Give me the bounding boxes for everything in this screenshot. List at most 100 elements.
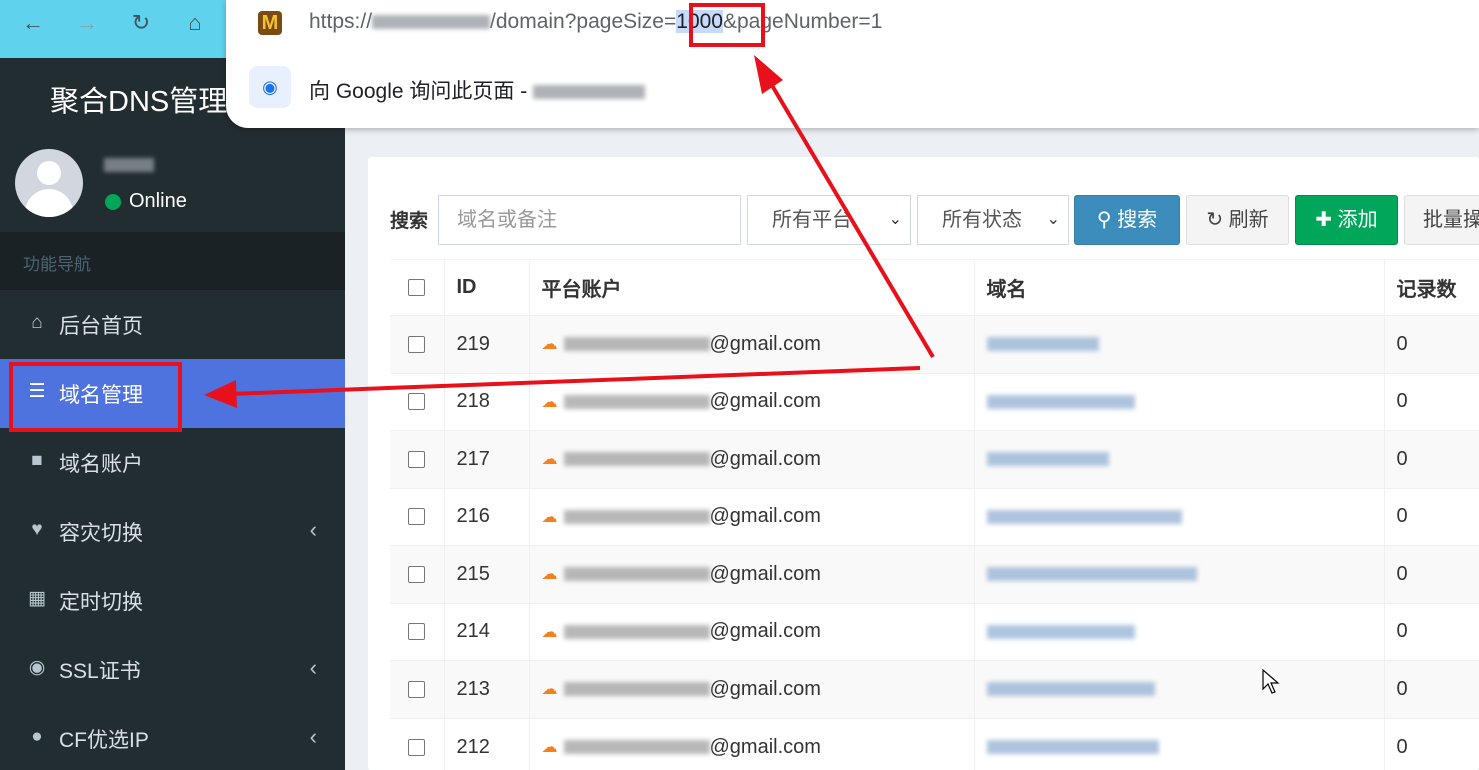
sidebar-item-scheduled[interactable]: ▦ 定时切换: [0, 566, 345, 635]
table-row[interactable]: 215 ☁ @gmail.com 0: [390, 545, 1479, 603]
chevron-down-icon: ⌄: [888, 211, 902, 228]
search-button-label: 搜索: [1117, 209, 1158, 231]
status-text: Online: [129, 190, 187, 212]
row-records: 0: [1384, 717, 1479, 770]
row-checkbox[interactable]: [408, 508, 425, 526]
table-row[interactable]: 217 ☁ @gmail.com 0: [390, 430, 1479, 488]
row-checkbox[interactable]: [408, 738, 425, 756]
domain-redacted[interactable]: [986, 337, 1099, 352]
back-icon[interactable]: ←: [18, 8, 48, 38]
row-id: 212: [444, 717, 530, 770]
account-redacted: [563, 624, 710, 639]
sidebar-item-cf-ip[interactable]: ● CF优选IP ‹: [0, 704, 345, 770]
plus-icon: ✚: [1315, 209, 1333, 231]
site-favicon: M: [258, 11, 282, 35]
globe-icon: ●: [31, 726, 43, 747]
account-email-suffix: @gmail.com: [709, 620, 821, 643]
account-email-suffix: @gmail.com: [709, 677, 821, 700]
table-row[interactable]: 214 ☁ @gmail.com 0: [390, 602, 1479, 661]
suggestion-label: 向 Google 询问此页面 -: [309, 80, 534, 103]
row-checkbox[interactable]: [408, 680, 425, 698]
avatar: [15, 149, 83, 217]
platform-select-value: 所有平台: [772, 209, 852, 231]
row-account: ☁ @gmail.com: [529, 545, 975, 603]
row-checkbox[interactable]: [408, 393, 425, 411]
domain-redacted[interactable]: [986, 567, 1197, 582]
domain-redacted[interactable]: [986, 624, 1135, 639]
row-domain[interactable]: [974, 545, 1385, 603]
account-redacted: [563, 740, 710, 755]
cloudflare-icon: ☁: [541, 451, 558, 469]
sidebar-item-ssl[interactable]: ◉ SSL证书 ‹: [0, 635, 345, 704]
forward-icon[interactable]: →: [72, 8, 102, 38]
col-header-id[interactable]: ID: [444, 259, 530, 316]
domain-redacted[interactable]: [986, 452, 1109, 467]
ask-google-suggestion[interactable]: 向 Google 询问此页面 -: [309, 75, 646, 105]
row-checkbox[interactable]: [408, 450, 425, 468]
row-domain[interactable]: [974, 430, 1385, 488]
batch-button[interactable]: 批量操: [1404, 195, 1479, 245]
row-domain[interactable]: [974, 660, 1385, 718]
home-icon[interactable]: ⌂: [180, 8, 210, 38]
table-row[interactable]: 212 ☁ @gmail.com 0: [390, 717, 1479, 770]
home-icon: ⌂: [31, 312, 43, 333]
add-button[interactable]: ✚ 添加: [1295, 195, 1398, 245]
batch-button-label: 批量操: [1423, 209, 1479, 231]
row-domain[interactable]: [974, 315, 1385, 373]
search-icon: ⚲: [1096, 209, 1112, 231]
row-checkbox[interactable]: [408, 623, 425, 641]
user-name-redacted: [104, 158, 154, 172]
col-header-domain[interactable]: 域名: [974, 259, 1385, 316]
row-id: 218: [444, 372, 530, 431]
row-id: 215: [444, 545, 530, 603]
account-email-suffix: @gmail.com: [709, 447, 821, 470]
row-domain[interactable]: [974, 602, 1385, 661]
account-email-suffix: @gmail.com: [709, 505, 821, 528]
domain-redacted[interactable]: [986, 740, 1159, 755]
lock-icon: ■: [31, 450, 43, 471]
search-input[interactable]: 域名或备注: [438, 195, 741, 245]
table-row[interactable]: 216 ☁ @gmail.com 0: [390, 487, 1479, 546]
sidebar-item-failover[interactable]: ♥ 容灾切换 ‹: [0, 497, 345, 566]
nav-header: 功能导航: [0, 232, 345, 290]
col-header-records[interactable]: 记录数: [1384, 259, 1479, 316]
cloudflare-icon: ☁: [541, 508, 558, 526]
lock-circle-icon: ◉: [28, 657, 46, 678]
heartbeat-icon: ♥: [31, 519, 43, 540]
add-button-label: 添加: [1337, 209, 1378, 231]
sidebar-item-label: 定时切换: [59, 591, 143, 614]
domain-redacted[interactable]: [986, 509, 1182, 524]
sidebar-item-label: 后台首页: [59, 315, 143, 338]
row-domain[interactable]: [974, 487, 1385, 546]
domain-redacted[interactable]: [986, 682, 1155, 697]
col-header-account[interactable]: 平台账户: [529, 259, 975, 316]
cloudflare-icon: ☁: [541, 681, 558, 699]
sidebar-item-home[interactable]: ⌂ 后台首页: [0, 290, 345, 359]
platform-select[interactable]: 所有平台 ⌄: [747, 195, 911, 245]
row-domain[interactable]: [974, 372, 1385, 431]
search-button[interactable]: ⚲ 搜索: [1074, 195, 1180, 245]
cloudflare-icon: ☁: [541, 623, 558, 641]
annotation-box-url: [689, 3, 765, 47]
select-all-checkbox[interactable]: [408, 279, 425, 297]
calendar-icon: ▦: [28, 588, 46, 609]
refresh-button[interactable]: ↻ 刷新: [1186, 195, 1289, 245]
refresh-button-label: 刷新: [1228, 209, 1269, 231]
account-redacted: [563, 509, 710, 524]
account-redacted: [563, 567, 710, 582]
row-checkbox[interactable]: [408, 335, 425, 353]
sidebar-item-accounts[interactable]: ■ 域名账户: [0, 428, 345, 497]
account-email-suffix: @gmail.com: [709, 735, 821, 758]
status-select[interactable]: 所有状态 ⌄: [917, 195, 1069, 245]
address-url[interactable]: https:///domain?pageSize=1000&pageNumber…: [309, 10, 882, 34]
row-domain[interactable]: [974, 717, 1385, 770]
row-account: ☁ @gmail.com: [529, 372, 975, 431]
cloudflare-icon: ☁: [541, 566, 558, 584]
table-row[interactable]: 213 ☁ @gmail.com 0: [390, 660, 1479, 718]
table-row[interactable]: 218 ☁ @gmail.com 0: [390, 372, 1479, 431]
row-checkbox[interactable]: [408, 565, 425, 583]
table-row[interactable]: 219 ☁ @gmail.com 0: [390, 315, 1479, 373]
url-path: /domain?pageSize=: [490, 10, 677, 33]
domain-redacted[interactable]: [986, 394, 1135, 409]
reload-icon[interactable]: ↻: [126, 8, 156, 38]
